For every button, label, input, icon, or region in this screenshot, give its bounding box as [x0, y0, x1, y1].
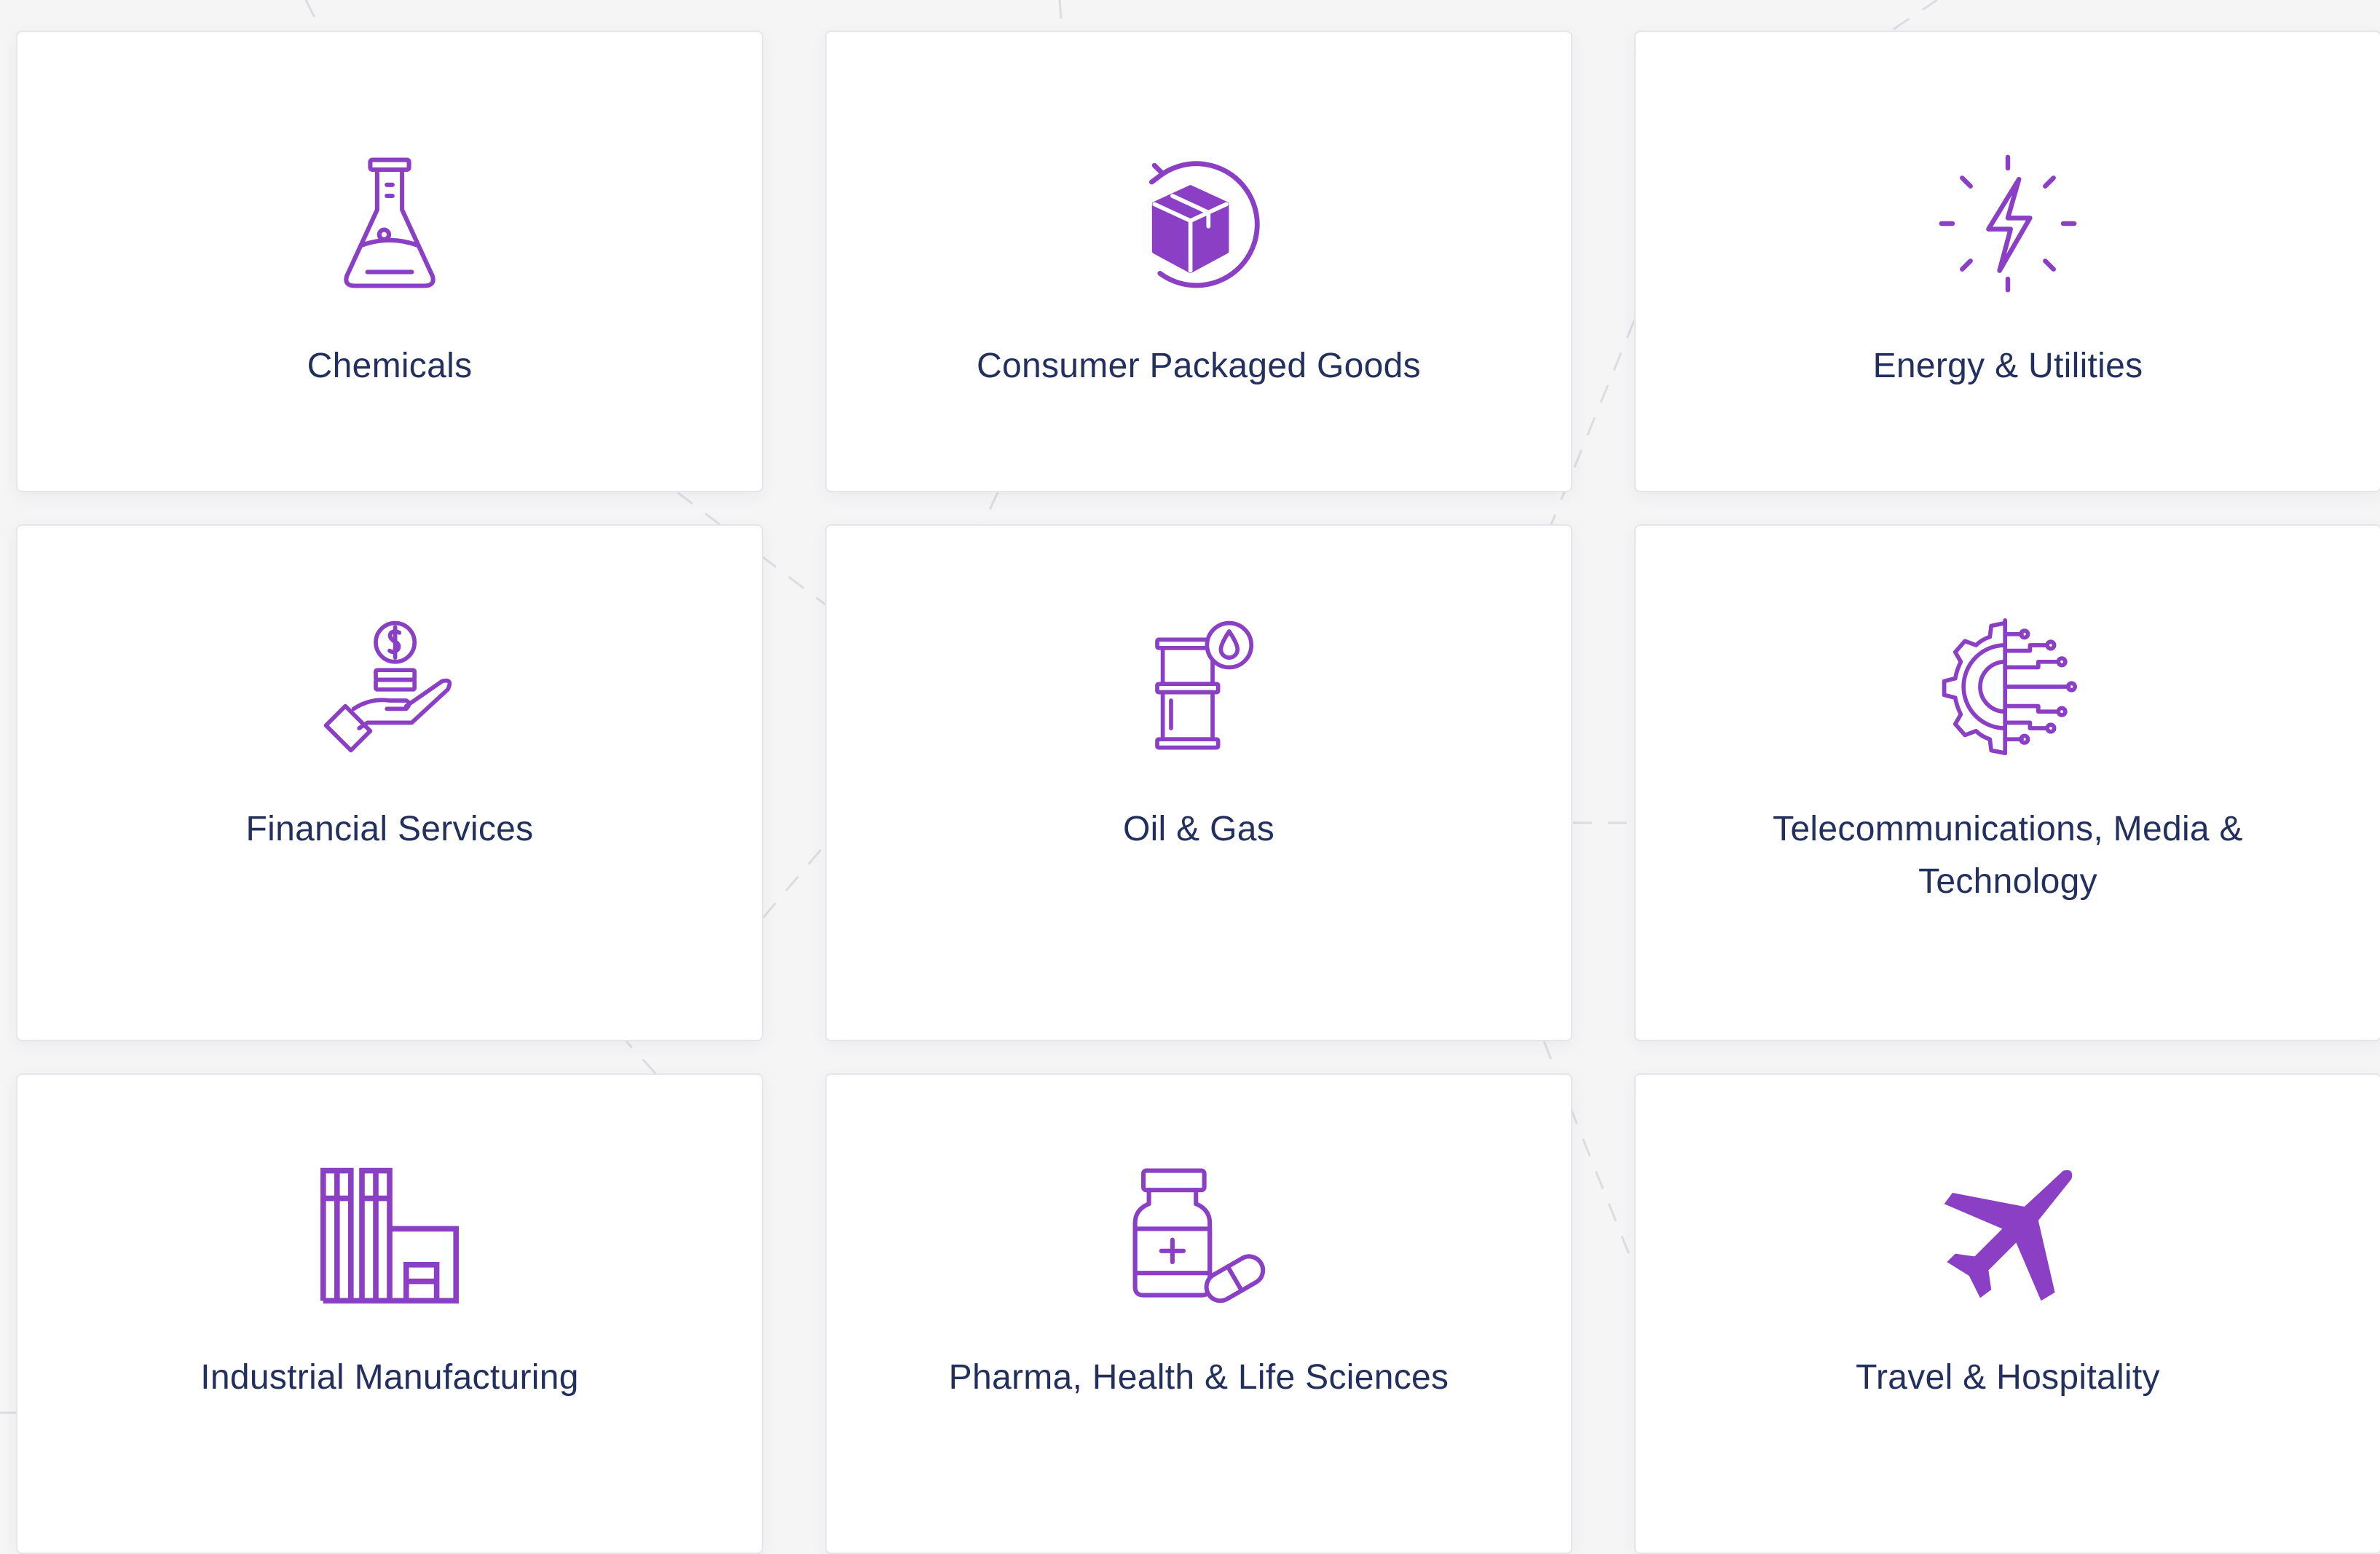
industry-label: Telecommunications, Media & Technology — [1773, 810, 2243, 901]
package-cycle-icon — [1130, 154, 1268, 293]
industry-card-pharma-health-life-sciences[interactable]: Pharma, Health & Life Sciences — [825, 1073, 1572, 1554]
factory-icon — [320, 1165, 459, 1303]
industry-card-industrial-manufacturing[interactable]: Industrial Manufacturing — [16, 1073, 763, 1554]
airplane-icon — [1939, 1165, 2077, 1303]
industry-card-chemicals[interactable]: Chemicals — [16, 31, 763, 492]
industry-label: Consumer Packaged Goods — [977, 347, 1421, 385]
industry-label: Financial Services — [245, 810, 534, 848]
gear-circuit-icon — [1939, 618, 2077, 756]
flask-icon — [320, 154, 459, 293]
hand-coin-icon — [320, 618, 459, 756]
industry-label: Travel & Hospitality — [1856, 1358, 2160, 1397]
industry-card-telecommunications-media-technology[interactable]: Telecommunications, Media & Technology — [1634, 524, 2380, 1041]
industry-card-oil-gas[interactable]: Oil & Gas — [825, 524, 1572, 1041]
industry-label: Chemicals — [307, 347, 473, 385]
industry-card-travel-hospitality[interactable]: Travel & Hospitality — [1634, 1073, 2380, 1554]
oil-barrel-icon — [1130, 618, 1268, 756]
industry-card-consumer-packaged-goods[interactable]: Consumer Packaged Goods — [825, 31, 1572, 492]
industry-label: Energy & Utilities — [1872, 347, 2143, 385]
medicine-bottle-icon — [1130, 1165, 1268, 1303]
industry-card-financial-services[interactable]: Financial Services — [16, 524, 763, 1041]
industry-label: Pharma, Health & Life Sciences — [948, 1358, 1449, 1397]
lightning-icon — [1939, 154, 2077, 293]
industry-label: Industrial Manufacturing — [200, 1358, 579, 1397]
industry-card-energy-utilities[interactable]: Energy & Utilities — [1634, 31, 2380, 492]
industry-label: Oil & Gas — [1122, 810, 1275, 848]
